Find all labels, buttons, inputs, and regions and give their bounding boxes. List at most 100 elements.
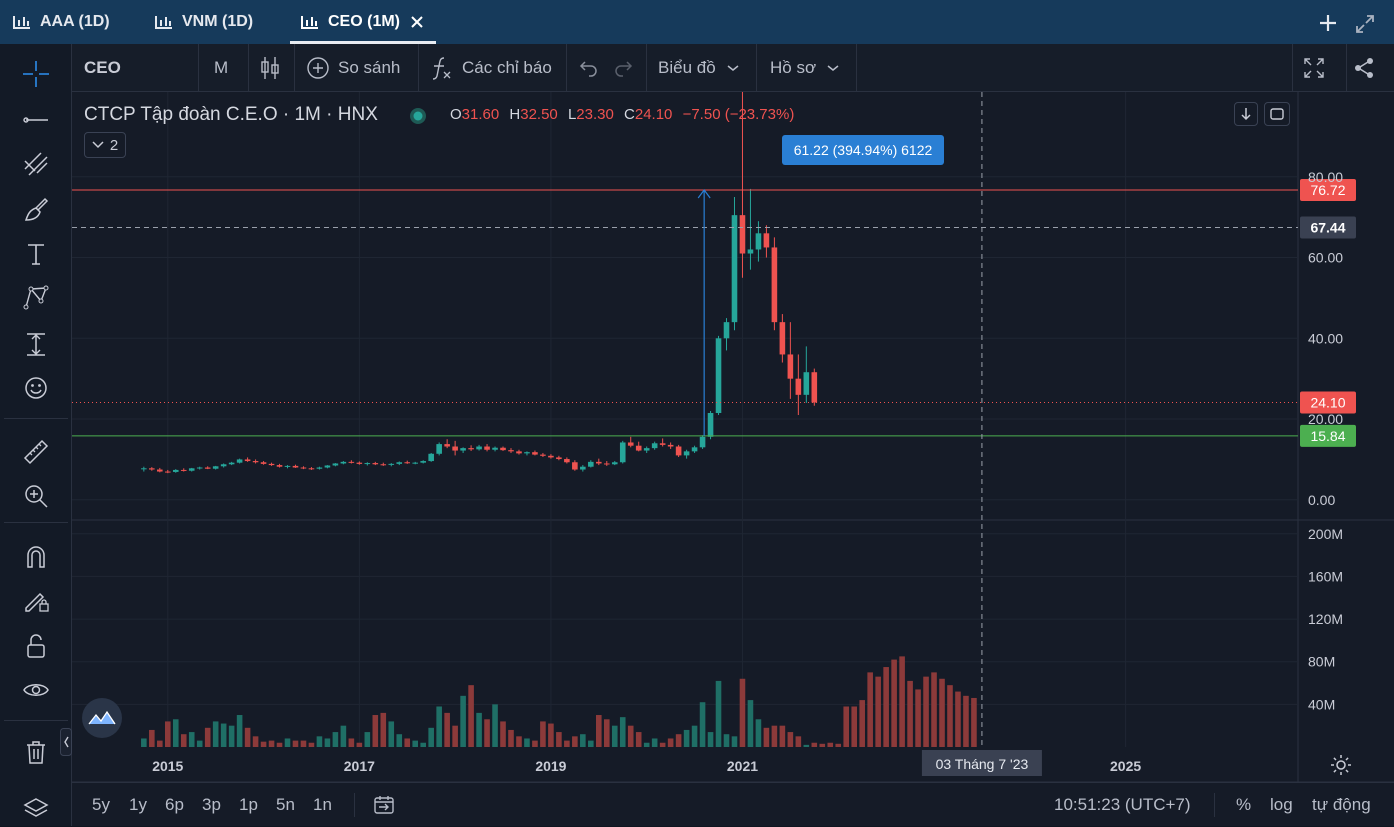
timeframe-5d[interactable]: 5n (276, 783, 295, 827)
crosshair-tool[interactable] (18, 58, 54, 90)
volume-bar (476, 712, 482, 747)
expand-icon[interactable] (1354, 13, 1376, 35)
profile-menu-button[interactable]: Hồ sơ (770, 44, 840, 92)
candle-body (556, 457, 562, 460)
close-icon[interactable] (410, 15, 424, 29)
volume-bar (284, 738, 291, 747)
clock-timezone[interactable]: 10:51:23 (UTC+7) (1054, 783, 1191, 827)
measure-tool[interactable] (18, 328, 54, 360)
pattern-tool[interactable] (18, 282, 54, 314)
volume-bar (412, 740, 419, 747)
redo-button[interactable] (612, 44, 634, 92)
candle-body (580, 466, 586, 470)
lock-drawing-tool[interactable] (18, 584, 54, 616)
candle-body (228, 462, 235, 465)
candle-body (691, 447, 698, 452)
legend-collapse-button[interactable]: 2 (84, 132, 126, 158)
price-chart[interactable]: 76.7267.4424.1015.8403 Tháng 7 '23 2015 2… (72, 92, 1394, 826)
candle-body (396, 462, 403, 464)
candle-body (316, 467, 323, 469)
clock-label: 10:51:23 (UTC+7) (1054, 795, 1191, 814)
timeframe-1y[interactable]: 1y (129, 783, 147, 827)
chart-menu-button[interactable]: Biểu đồ (658, 44, 740, 92)
timeframe-label: 1p (239, 795, 258, 814)
volume-bar (739, 678, 746, 747)
smiley-icon (25, 377, 47, 399)
toolbar-divider (4, 522, 68, 523)
scroll-down-button[interactable] (1234, 102, 1258, 126)
auto-scale-toggle[interactable]: tự động (1312, 783, 1371, 827)
visibility-tool[interactable] (18, 674, 54, 706)
symbol-search-button[interactable]: CEO (84, 44, 121, 92)
axes: 2015 2017 2019 2021 2025 0.00 20.00 40.00 60.00 8… (152, 169, 1343, 774)
symbol-title: CTCP Tập đoàn C.E.O · 1M · HNX (84, 104, 378, 125)
time-axis-label: 2015 (152, 758, 183, 774)
trend-line-tool[interactable] (18, 104, 54, 136)
candle-body (188, 468, 195, 471)
emoji-tool[interactable] (18, 372, 54, 404)
zoom-tool[interactable] (18, 480, 54, 512)
volume-bar (157, 740, 163, 747)
candle-body (532, 452, 538, 455)
candle-body (508, 450, 514, 452)
fullscreen-button[interactable] (1302, 44, 1326, 92)
timeframe-3m[interactable]: 3p (202, 783, 221, 827)
volume-bar (667, 738, 674, 747)
measure-label: 61.22 (394.94%) 6122 (782, 135, 944, 165)
candle-body (204, 467, 211, 469)
tab-aaa[interactable]: AAA (1D) (12, 0, 110, 44)
timeframe-6m[interactable]: 6p (165, 783, 184, 827)
delete-tool[interactable] (18, 736, 54, 768)
timeframe-1d[interactable]: 1n (313, 783, 332, 827)
volume-bar (635, 732, 642, 747)
layers-icon (23, 798, 49, 817)
change-value: −7.50 (−23.73%) (682, 106, 795, 123)
logo-button[interactable] (82, 698, 122, 738)
timeframe-1m[interactable]: 1p (239, 783, 258, 827)
plus-icon[interactable] (1318, 13, 1338, 33)
candle-body (420, 461, 426, 463)
undo-button[interactable] (578, 44, 600, 92)
volume-bar (827, 742, 834, 747)
candle-body (460, 448, 466, 451)
compare-label: So sánh (338, 58, 401, 77)
interval-button[interactable]: M (214, 44, 228, 92)
price-axis-label: 0.00 (1308, 492, 1335, 508)
chart-style-button[interactable] (258, 44, 282, 92)
lock-all-tool[interactable] (18, 630, 54, 662)
magnet-icon (27, 546, 45, 568)
indicators-button[interactable]: Các chỉ báo (430, 44, 552, 92)
compare-button[interactable]: So sánh (306, 44, 400, 92)
symbol-label: CEO (84, 58, 121, 77)
log-scale-toggle[interactable]: log (1270, 783, 1293, 827)
volume-bar (779, 725, 786, 747)
tab-ceo[interactable]: CEO (1M) (290, 0, 436, 44)
volume-bar (915, 689, 921, 747)
candle-body (659, 443, 666, 445)
percent-scale-toggle[interactable]: % (1236, 783, 1251, 827)
collapse-toolbar-icon[interactable] (60, 728, 72, 756)
candle-body (747, 249, 754, 254)
tab-vnm[interactable]: VNM (1D) (154, 0, 253, 44)
timeframe-5y[interactable]: 5y (92, 783, 110, 827)
tradingview-logo-icon (88, 710, 116, 725)
magnet-tool[interactable] (18, 540, 54, 572)
close-label: C (624, 106, 635, 123)
maximize-pane-button[interactable] (1264, 102, 1290, 126)
fib-tool[interactable] (18, 148, 54, 180)
ruler-tool[interactable] (18, 436, 54, 468)
volume-bar (596, 715, 602, 747)
volume-bar (356, 742, 363, 747)
candle-body (771, 247, 778, 323)
share-button[interactable] (1352, 44, 1376, 92)
volume-bar (292, 740, 299, 747)
settings-gear-icon[interactable] (1330, 754, 1352, 776)
volume-bar (516, 736, 522, 747)
timeframe-label: 1n (313, 795, 332, 814)
volume-bar (627, 725, 634, 747)
brush-tool[interactable] (18, 194, 54, 226)
volume-bar (643, 742, 650, 747)
object-tree-tool[interactable] (18, 792, 54, 824)
text-tool[interactable] (18, 238, 54, 270)
goto-date-button[interactable] (372, 783, 396, 827)
